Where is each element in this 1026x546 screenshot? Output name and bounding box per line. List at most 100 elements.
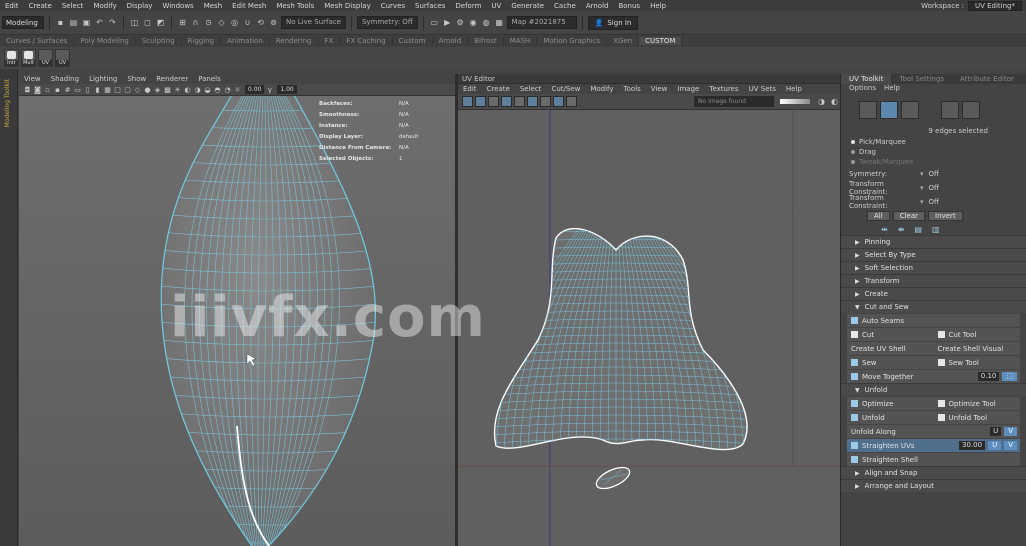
camera-attributes-icon[interactable]: ◙	[33, 85, 42, 94]
uv-menu-cut-sew[interactable]: Cut/Sew	[546, 85, 585, 93]
shelf-tab-mash[interactable]: MASH	[504, 37, 538, 45]
unfold-tool-button[interactable]: Unfold Tool	[934, 414, 1021, 422]
menu-generate[interactable]: Generate	[506, 2, 549, 10]
move-together-option[interactable]: ⬚	[1002, 372, 1017, 381]
shelf-tab-fx-caching[interactable]: FX Caching	[340, 37, 393, 45]
select-all-button[interactable]: All	[867, 211, 890, 221]
grow-selection-icon[interactable]: ⇹	[881, 225, 888, 234]
new-scene-icon[interactable]: ▪	[55, 17, 66, 28]
film-gate-icon[interactable]: ▭	[73, 85, 82, 94]
section-unfold[interactable]: ▼ Unfold	[841, 383, 1026, 396]
menu-edit-mesh[interactable]: Edit Mesh	[227, 2, 271, 10]
menu-select[interactable]: Select	[57, 2, 89, 10]
render-view-icon[interactable]: ▦	[494, 17, 505, 28]
uv-menu-uv-sets[interactable]: UV Sets	[744, 85, 781, 93]
shelf-tab-curves-surfaces[interactable]: Curves / Surfaces	[0, 37, 75, 45]
uv-filter-icon[interactable]	[566, 96, 577, 107]
uv-grid-icon[interactable]	[462, 96, 473, 107]
edge-mode-icon[interactable]	[880, 101, 898, 119]
mode-dropdown[interactable]: Modeling	[2, 16, 44, 29]
section-cut-and-sew[interactable]: ▼ Cut and Sew	[841, 300, 1026, 313]
uv-menu-select[interactable]: Select	[515, 85, 547, 93]
shelf-tab-custom[interactable]: Custom	[393, 37, 433, 45]
snap-curve-icon[interactable]: ∩	[190, 17, 201, 28]
auto-seams-button[interactable]: Auto Seams	[847, 317, 1020, 325]
uv-toolkit-menu-help[interactable]: Help	[884, 84, 900, 93]
smooth-shade-icon[interactable]: ●	[143, 85, 152, 94]
uv-dim-image-icon[interactable]	[553, 96, 564, 107]
vertex-mode-icon[interactable]	[859, 101, 877, 119]
menu-bonus[interactable]: Bonus	[613, 2, 645, 10]
dropdown-arrow-icon[interactable]: ▾	[920, 198, 924, 206]
uv-gamma-icon[interactable]: ◐	[829, 96, 840, 107]
snap-surface-icon[interactable]: ◎	[229, 17, 240, 28]
shelf-button-uv-2[interactable]: UV	[55, 49, 70, 67]
shelf-tab-bifrost[interactable]: Bifrost	[468, 37, 504, 45]
pick-option[interactable]: Tweak/Marquee	[841, 157, 1026, 167]
snap-grid-icon[interactable]: ⊞	[177, 17, 188, 28]
optimize-button[interactable]: Optimize	[847, 400, 934, 408]
shelf-tab-poly-modeling[interactable]: Poly Modeling	[74, 37, 136, 45]
far-clip-field[interactable]: 1.00	[277, 85, 297, 94]
uv-shaded-icon[interactable]	[488, 96, 499, 107]
tab-uv-toolkit[interactable]: UV Toolkit	[841, 74, 892, 84]
gate-mask-icon[interactable]: ▮	[93, 85, 102, 94]
menu-curves[interactable]: Curves	[376, 2, 410, 10]
symmetry-field[interactable]: Symmetry: Off	[356, 16, 418, 29]
straighten-shell-button[interactable]: Straighten Shell	[847, 456, 1020, 464]
symmetry-value[interactable]: Off	[929, 170, 939, 178]
unfold-along-u[interactable]: U	[990, 427, 1002, 436]
shelf-button-mult[interactable]: Mult	[21, 49, 36, 67]
arnold-render-icon[interactable]: ◍	[481, 17, 492, 28]
section-transform[interactable]: ▶ Transform	[841, 274, 1026, 287]
viewport-menu-lighting[interactable]: Lighting	[84, 75, 122, 83]
camera-icon[interactable]: ◘	[23, 85, 32, 94]
constraint-value[interactable]: Off	[929, 184, 939, 192]
viewport-menu-panels[interactable]: Panels	[193, 75, 226, 83]
shelf-tab-animation[interactable]: Animation	[221, 37, 270, 45]
menu-modify[interactable]: Modify	[88, 2, 121, 10]
shelf-tab-xgen[interactable]: XGen	[607, 37, 640, 45]
straighten-v-toggle[interactable]: V	[1004, 441, 1017, 450]
gamma-icon[interactable]: γ	[265, 85, 274, 94]
straighten-uvs-button[interactable]: Straighten UVs	[847, 442, 959, 450]
menu-mesh-display[interactable]: Mesh Display	[319, 2, 375, 10]
resolution-gate-icon[interactable]: ▯	[83, 85, 92, 94]
shelf-tab-rigging[interactable]: Rigging	[182, 37, 222, 45]
snap-plane-icon[interactable]: ◇	[216, 17, 227, 28]
face-mode-icon[interactable]	[901, 101, 919, 119]
backface-culling-icon[interactable]: ◔	[223, 85, 232, 94]
near-clip-field[interactable]: 0.00	[245, 85, 265, 94]
modeling-toolkit-strip[interactable]: Modeling Toolkit	[0, 69, 18, 546]
menu-mesh[interactable]: Mesh	[199, 2, 227, 10]
section-align-and-snap[interactable]: ▶ Align and Snap	[841, 466, 1026, 479]
menu-help[interactable]: Help	[645, 2, 671, 10]
hypershade-icon[interactable]: ◉	[468, 17, 479, 28]
uv-menu-tools[interactable]: Tools	[619, 85, 646, 93]
open-scene-icon[interactable]: ▤	[68, 17, 79, 28]
lights-icon[interactable]: ☀	[173, 85, 182, 94]
shelf-tab-arnold[interactable]: Arnold	[433, 37, 469, 45]
tab-attribute-editor[interactable]: Attribute Editor	[952, 74, 1022, 84]
menu-mesh-tools[interactable]: Mesh Tools	[271, 2, 319, 10]
uv-menu-view[interactable]: View	[646, 85, 673, 93]
uv-exposure-reset-icon[interactable]: ◑	[816, 96, 827, 107]
uv-menu-help[interactable]: Help	[781, 85, 807, 93]
select-border-icon[interactable]: ▥	[932, 225, 940, 234]
straighten-u-toggle[interactable]: U	[988, 441, 1002, 450]
wireframe-on-shaded-icon[interactable]: ◈	[153, 85, 162, 94]
sign-in-button[interactable]: 👤 Sign In	[587, 15, 639, 30]
sew-button[interactable]: Sew	[847, 359, 934, 367]
exposure-icon[interactable]: ☼	[233, 85, 242, 94]
undo-icon[interactable]: ↶	[94, 17, 105, 28]
shelf-tab-motion-graphics[interactable]: Motion Graphics	[537, 37, 608, 45]
menu-display[interactable]: Display	[122, 2, 158, 10]
workspace-dropdown[interactable]: UV Editing*	[967, 0, 1022, 11]
isolate-icon[interactable]: ◓	[213, 85, 222, 94]
dropdown-arrow-icon[interactable]: ▾	[920, 184, 924, 192]
constraint-value[interactable]: Off	[929, 198, 939, 206]
viewport-menu-shading[interactable]: Shading	[46, 75, 84, 83]
uv-menu-modify[interactable]: Modify	[585, 85, 618, 93]
shrink-selection-icon[interactable]: ⇼	[898, 225, 905, 234]
invert-button[interactable]: Invert	[928, 211, 963, 221]
